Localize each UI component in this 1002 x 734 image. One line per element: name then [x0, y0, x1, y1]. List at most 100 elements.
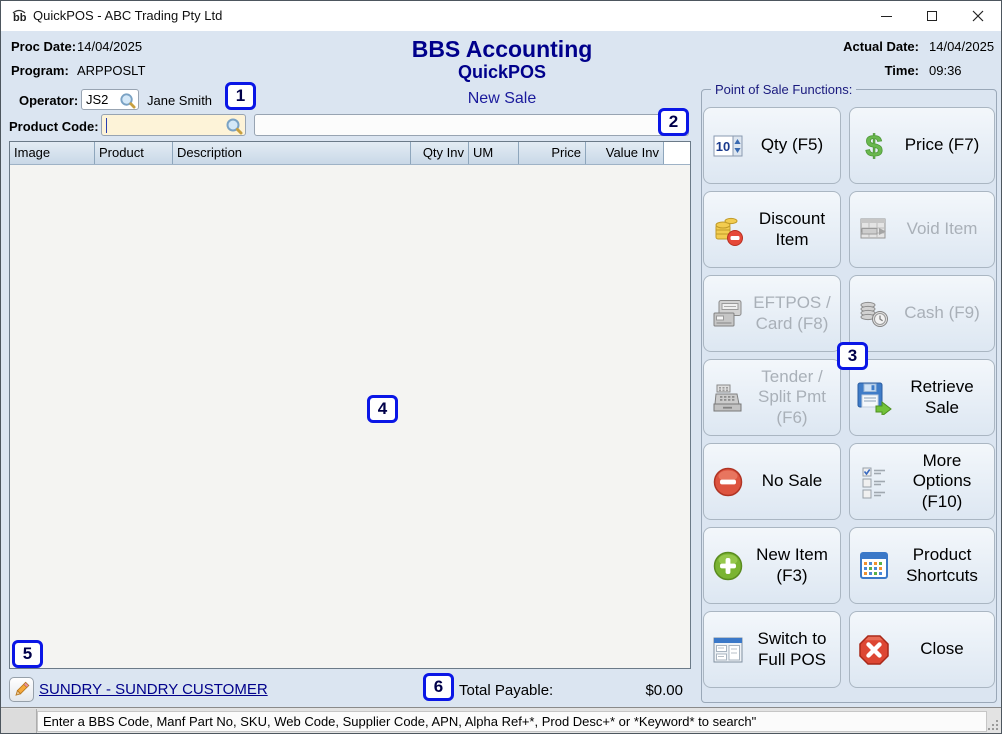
cash-coins-icon: [854, 299, 894, 329]
checklist-icon: [854, 465, 894, 499]
cash-register-icon: [708, 382, 748, 414]
column-header-um[interactable]: UM: [469, 142, 519, 164]
sale-items-grid[interactable]: Image Product Description Qty Inv UM Pri…: [9, 141, 691, 669]
bbs-app-icon: bb: [10, 7, 28, 25]
dollar-icon: $: [854, 129, 894, 163]
actual-date-label: Actual Date:: [831, 39, 919, 54]
grid-header-row: Image Product Description Qty Inv UM Pri…: [10, 142, 690, 165]
operator-field[interactable]: [81, 89, 139, 110]
status-bar: Enter a BBS Code, Manf Part No, SKU, Web…: [1, 707, 1001, 734]
retrieve-sale-button[interactable]: Retrieve Sale: [849, 359, 995, 436]
product-code-field[interactable]: [101, 114, 246, 136]
annotation-mark-5: 5: [12, 640, 43, 668]
operator-label: Operator:: [19, 93, 78, 108]
new-item-button-label: New Item (F3): [748, 545, 840, 585]
title-bar: bb QuickPOS - ABC Trading Pty Ltd: [1, 1, 1001, 31]
no-sale-button-label: No Sale: [748, 471, 840, 491]
svg-text:$: $: [865, 129, 882, 163]
actual-date-value: 14/04/2025: [929, 39, 994, 54]
tender-split-button[interactable]: Tender / Split Pmt (F6): [703, 359, 841, 436]
eftpos-card-button[interactable]: EFTPOS / Card (F8): [703, 275, 841, 352]
edit-customer-button[interactable]: [9, 677, 34, 702]
proc-date-value: 14/04/2025: [77, 39, 142, 54]
time-value: 09:36: [929, 63, 962, 78]
maximize-button[interactable]: [909, 1, 955, 31]
eftpos-card-button-label: EFTPOS / Card (F8): [748, 293, 840, 333]
time-label: Time:: [831, 63, 919, 78]
svg-text:bb: bb: [13, 12, 27, 24]
close-button-label: Close: [894, 639, 994, 659]
column-header-image[interactable]: Image: [10, 142, 95, 164]
eftpos-terminal-icon: [708, 299, 748, 329]
text-caret: [106, 118, 107, 133]
tender-split-button-label: Tender / Split Pmt (F6): [748, 367, 840, 427]
program-label: Program:: [11, 63, 69, 78]
column-header-value-inv[interactable]: Value Inv: [586, 142, 664, 164]
column-header-description[interactable]: Description: [173, 142, 411, 164]
void-grid-icon: [854, 215, 894, 245]
floppy-retrieve-icon: [854, 381, 894, 415]
annotation-mark-6: 6: [423, 673, 454, 701]
close-button[interactable]: Close: [849, 611, 995, 688]
window-title: QuickPOS - ABC Trading Pty Ltd: [33, 1, 222, 31]
proc-date-label: Proc Date:: [11, 39, 76, 54]
annotation-mark-4: 4: [367, 395, 398, 423]
customer-link[interactable]: SUNDRY - SUNDRY CUSTOMER: [39, 681, 268, 698]
retrieve-sale-button-label: Retrieve Sale: [894, 377, 994, 417]
qty-button-label: Qty (F5): [748, 135, 840, 155]
product-search-icon[interactable]: [225, 117, 243, 135]
minimize-button[interactable]: [863, 1, 909, 31]
discount-item-button[interactable]: Discount Item: [703, 191, 841, 268]
plus-circle-icon: [708, 549, 748, 583]
maximize-icon: [927, 11, 937, 21]
program-value: ARPPOSLT: [77, 63, 145, 78]
shortcuts-grid-icon: [854, 551, 894, 581]
quickpos-window: bb QuickPOS - ABC Trading Pty Ltd Proc D…: [0, 0, 1002, 734]
search-hint-text: Enter a BBS Code, Manf Part No, SKU, Web…: [37, 711, 987, 732]
no-sale-icon: [708, 465, 748, 499]
product-shortcuts-button-label: Product Shortcuts: [894, 545, 994, 585]
no-sale-button[interactable]: No Sale: [703, 443, 841, 520]
more-options-button[interactable]: More Options (F10): [849, 443, 995, 520]
column-header-blank: [664, 142, 690, 164]
quantity-spinner-icon: 10: [708, 134, 748, 158]
price-button[interactable]: $ Price (F7): [849, 107, 995, 184]
resize-grip[interactable]: [987, 719, 999, 731]
annotation-mark-2: 2: [658, 108, 689, 136]
svg-text:10: 10: [716, 139, 730, 154]
total-payable-value: $0.00: [591, 682, 683, 699]
price-button-label: Price (F7): [894, 135, 994, 155]
full-pos-window-icon: [708, 635, 748, 665]
product-code-label: Product Code:: [9, 119, 99, 134]
operator-name: Jane Smith: [147, 93, 212, 108]
status-bar-left-segment: [1, 709, 37, 734]
close-window-button[interactable]: [955, 1, 1001, 31]
close-octagon-icon: [854, 633, 894, 667]
annotation-mark-1: 1: [225, 82, 256, 110]
cash-button[interactable]: Cash (F9): [849, 275, 995, 352]
pencil-icon: [13, 681, 30, 698]
product-code-input[interactable]: [102, 115, 245, 135]
pos-functions-title: Point of Sale Functions:: [711, 82, 856, 97]
more-options-button-label: More Options (F10): [894, 451, 994, 511]
switch-full-pos-button-label: Switch to Full POS: [748, 629, 840, 669]
column-header-product[interactable]: Product: [95, 142, 173, 164]
qty-button[interactable]: 10 Qty (F5): [703, 107, 841, 184]
product-shortcuts-button[interactable]: Product Shortcuts: [849, 527, 995, 604]
close-window-icon: [972, 10, 984, 22]
product-description-display: [255, 115, 688, 135]
switch-full-pos-button[interactable]: Switch to Full POS: [703, 611, 841, 688]
coins-discount-icon: [708, 213, 748, 247]
total-payable-label: Total Payable:: [459, 682, 553, 699]
operator-search-icon[interactable]: [119, 92, 136, 109]
discount-item-button-label: Discount Item: [748, 209, 840, 249]
product-description-field[interactable]: [254, 114, 689, 136]
annotation-mark-3: 3: [837, 342, 868, 370]
column-header-qty-inv[interactable]: Qty Inv: [411, 142, 469, 164]
minimize-icon: [881, 16, 892, 17]
column-header-price[interactable]: Price: [519, 142, 586, 164]
void-item-button[interactable]: Void Item: [849, 191, 995, 268]
cash-button-label: Cash (F9): [894, 303, 994, 323]
new-item-button[interactable]: New Item (F3): [703, 527, 841, 604]
void-item-button-label: Void Item: [894, 219, 994, 239]
